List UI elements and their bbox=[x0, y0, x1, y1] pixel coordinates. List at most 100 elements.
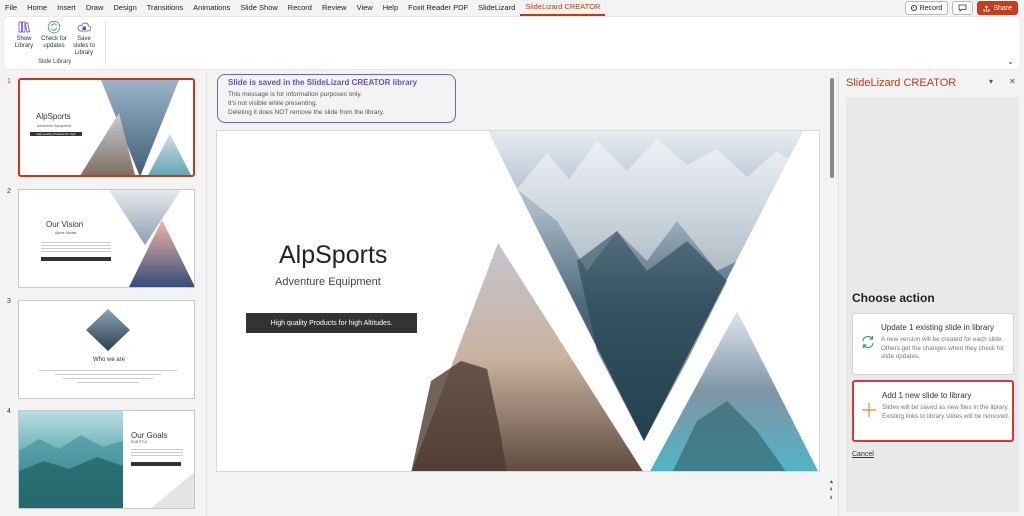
cloud-save-icon bbox=[77, 22, 91, 32]
thumbnail-1-title: AlpSports bbox=[36, 112, 71, 121]
slide-thumbnail-1[interactable]: AlpSports Adventure Equipment High quali… bbox=[18, 78, 195, 177]
editor-scrollbar[interactable]: ▲ ⇞ ⇟ bbox=[828, 72, 836, 516]
thumbnail-1-bar: High quality Products for high Altitudes… bbox=[30, 132, 82, 136]
thumbnail-number: 3 bbox=[7, 298, 11, 305]
panel-options-icon[interactable]: ▾ bbox=[989, 77, 993, 86]
tab-design[interactable]: Design bbox=[108, 0, 141, 16]
slide-mountain-images bbox=[411, 131, 818, 471]
thumbnail-number: 2 bbox=[7, 188, 11, 195]
share-label: Share bbox=[993, 4, 1012, 12]
notice-line: Deleting it does NOT remove the slide fr… bbox=[228, 109, 385, 116]
tab-review[interactable]: Review bbox=[317, 0, 352, 16]
tab-help[interactable]: Help bbox=[378, 0, 403, 16]
comments-button[interactable] bbox=[952, 1, 974, 15]
slide-subtitle: Adventure Equipment bbox=[275, 276, 381, 288]
save-slides-to-library-button[interactable]: Save slides to Library bbox=[70, 20, 98, 57]
ribbon-separator bbox=[105, 21, 106, 65]
slide-thumbnail-4[interactable]: Our Goals SUBTITLE bbox=[18, 410, 195, 509]
thumbnail-4-landscape bbox=[19, 411, 194, 508]
notice-title: Slide is saved in the SlideLizard CREATO… bbox=[228, 78, 418, 87]
slide-canvas[interactable]: AlpSports Adventure Equipment High quali… bbox=[216, 130, 820, 472]
notice-line: This message is for information purposes… bbox=[228, 91, 362, 98]
text-line bbox=[77, 382, 139, 383]
text-line bbox=[55, 374, 161, 375]
update-existing-slide-card[interactable]: Update 1 existing slide in library A new… bbox=[852, 313, 1014, 375]
text-line bbox=[41, 248, 111, 249]
previous-slide-icon[interactable]: ⇞ bbox=[829, 487, 833, 493]
tab-home[interactable]: Home bbox=[22, 0, 52, 16]
slidelizard-creator-panel: SlideLizard CREATOR ▾ ✕ Choose action Up… bbox=[838, 72, 1024, 516]
ribbon-group-label: Slide Library bbox=[38, 59, 72, 65]
text-line bbox=[131, 449, 183, 450]
refresh-icon bbox=[47, 20, 61, 34]
ribbon: Show Library Check for updates Save slid… bbox=[4, 17, 1020, 69]
text-line bbox=[41, 242, 111, 243]
add-new-slide-card[interactable]: Add 1 new slide to library Slides will b… bbox=[852, 380, 1014, 442]
thumbnail-1-mountains bbox=[80, 80, 191, 175]
choose-action-heading: Choose action bbox=[852, 291, 935, 305]
card-description: Slides will be saved as new files in the… bbox=[882, 404, 1010, 420]
thumbnail-3-diamond bbox=[86, 309, 130, 351]
show-library-label: Show Library bbox=[14, 36, 34, 49]
text-line bbox=[39, 370, 177, 371]
tab-animations[interactable]: Animations bbox=[188, 0, 235, 16]
thumbnail-4-subtitle: SUBTITLE bbox=[131, 440, 148, 444]
record-icon bbox=[910, 5, 917, 11]
slide-thumbnail-3[interactable]: Who we are bbox=[18, 300, 195, 399]
thumbnail-3-title: Who we are bbox=[93, 357, 126, 363]
sync-icon bbox=[862, 335, 874, 349]
thumbnail-number: 4 bbox=[7, 408, 11, 415]
tab-slidelizard[interactable]: SlideLizard bbox=[473, 0, 520, 16]
text-line bbox=[131, 452, 183, 453]
tab-record[interactable]: Record bbox=[283, 0, 317, 16]
comment-icon bbox=[958, 4, 967, 12]
tab-file[interactable]: File bbox=[0, 0, 22, 16]
tab-draw[interactable]: Draw bbox=[81, 0, 109, 16]
close-icon[interactable]: ✕ bbox=[1009, 77, 1016, 86]
save-slides-label: Save slides to Library bbox=[72, 36, 95, 56]
check-for-updates-button[interactable]: Check for updates bbox=[40, 20, 68, 57]
cancel-link[interactable]: Cancel bbox=[852, 451, 874, 458]
books-icon bbox=[18, 21, 30, 33]
thumbnail-2-graphic bbox=[109, 190, 194, 287]
notice-line: It's not visible while presenting. bbox=[228, 100, 318, 107]
tab-foxit-reader-pdf[interactable]: Foxit Reader PDF bbox=[403, 0, 473, 16]
record-button[interactable]: Record bbox=[904, 1, 949, 15]
slide-thumbnail-2[interactable]: Our Vision Alpine Market bbox=[18, 189, 195, 288]
next-slide-icon[interactable]: ⇟ bbox=[829, 495, 833, 501]
thumbnail-2-title: Our Vision bbox=[46, 220, 84, 229]
collapse-ribbon-icon[interactable]: ⌄ bbox=[1007, 57, 1014, 66]
scrollbar-thumb[interactable] bbox=[830, 78, 834, 178]
text-line bbox=[41, 251, 111, 252]
slide-library-group: Show Library Check for updates Save slid… bbox=[10, 20, 98, 57]
tab-insert[interactable]: Insert bbox=[52, 0, 81, 16]
card-description: A new version will be created for each s… bbox=[881, 336, 1005, 360]
card-title: Add 1 new slide to library bbox=[882, 391, 972, 400]
text-line bbox=[63, 378, 153, 379]
slide-tagline-bar: High quality Products for high Altitudes… bbox=[246, 313, 417, 333]
record-label: Record bbox=[919, 4, 943, 12]
thumbnail-2-bar bbox=[41, 257, 111, 261]
thumbnail-number: 1 bbox=[7, 78, 11, 85]
plus-icon bbox=[862, 403, 876, 417]
tab-slide-show[interactable]: Slide Show bbox=[235, 0, 283, 16]
share-icon bbox=[983, 4, 990, 11]
pane-divider[interactable] bbox=[206, 72, 207, 516]
slide-title: AlpSports bbox=[279, 241, 388, 269]
thumbnail-2-subtitle: Alpine Market bbox=[55, 231, 77, 235]
check-for-updates-label: Check for updates bbox=[41, 36, 67, 49]
share-button[interactable]: Share bbox=[977, 1, 1018, 15]
text-line bbox=[41, 245, 111, 246]
text-line bbox=[131, 455, 183, 456]
card-title: Update 1 existing slide in library bbox=[881, 323, 994, 332]
thumbnail-4-title: Our Goals bbox=[131, 431, 168, 440]
tab-transitions[interactable]: Transitions bbox=[142, 0, 188, 16]
panel-title: SlideLizard CREATOR bbox=[846, 77, 957, 89]
show-library-button[interactable]: Show Library bbox=[10, 20, 38, 57]
tab-view[interactable]: View bbox=[352, 0, 378, 16]
menu-bar: File Home Insert Draw Design Transitions… bbox=[0, 0, 1024, 16]
tab-slidelizard-creator[interactable]: SlideLizard CREATOR bbox=[520, 0, 606, 16]
thumbnail-4-bar bbox=[131, 462, 181, 466]
scroll-up-icon[interactable]: ▲ bbox=[829, 479, 834, 485]
library-notice: Slide is saved in the SlideLizard CREATO… bbox=[217, 74, 456, 123]
